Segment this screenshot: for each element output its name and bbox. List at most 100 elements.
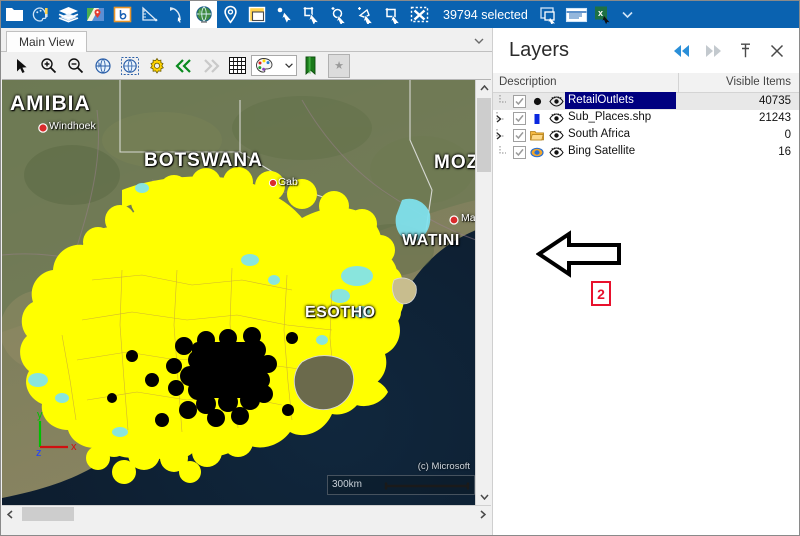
scroll-down-arrow[interactable]: [476, 489, 492, 505]
next-extent-icon[interactable]: [197, 53, 224, 79]
select-circle-icon[interactable]: [325, 1, 352, 28]
selection-count-label: 39794 selected: [443, 7, 528, 22]
tree-expander-icon[interactable]: [493, 128, 511, 143]
scroll-left-arrow[interactable]: [2, 506, 18, 522]
column-visible-items: Visible Items: [726, 76, 791, 88]
layer-name[interactable]: Sub_Places.shp: [565, 109, 651, 126]
bookmark-icon[interactable]: [297, 53, 324, 79]
scroll-right-arrow[interactable]: [475, 506, 491, 522]
application-window: 39794 selected x Main View ★ AMIBIA BOTS…: [0, 0, 800, 536]
scale-bar-label: 300km: [332, 479, 363, 490]
zoom-to-selection-icon[interactable]: [536, 1, 563, 28]
svg-text:y: y: [37, 409, 43, 421]
map-canvas[interactable]: AMIBIA BOTSWANA MOZ WATINI ESOTHO Windho…: [2, 80, 476, 505]
layer-name-wrap: Bing Satellite: [565, 143, 679, 163]
map-viewport[interactable]: AMIBIA BOTSWANA MOZ WATINI ESOTHO Windho…: [2, 80, 491, 520]
zoom-out-icon[interactable]: [62, 53, 89, 79]
layer-visibility-checkbox[interactable]: [511, 129, 527, 142]
layers-panel: Layers Description Visible Items RetailO…: [492, 28, 799, 535]
table-row[interactable]: South Africa 0: [493, 127, 799, 144]
pin-panel-icon[interactable]: [729, 35, 761, 67]
globe-icon[interactable]: [190, 1, 217, 28]
previous-extent-icon[interactable]: [170, 53, 197, 79]
export-excel-icon[interactable]: x: [590, 1, 617, 28]
select-lasso-icon[interactable]: [352, 1, 379, 28]
layer-visibility-checkbox[interactable]: [511, 112, 527, 125]
column-description: Description: [493, 73, 679, 92]
svg-text:x: x: [598, 8, 603, 18]
layer-name[interactable]: South Africa: [565, 126, 630, 143]
basemap-b-icon[interactable]: [109, 1, 136, 28]
toolbar-overflow-caret[interactable]: [617, 1, 639, 28]
select-rectangle-icon[interactable]: [298, 1, 325, 28]
map-toolbar: ★: [2, 52, 491, 80]
measure-ruler-icon[interactable]: [136, 1, 163, 28]
tab-main-view[interactable]: Main View: [6, 31, 88, 52]
collapse-back-icon[interactable]: [665, 35, 697, 67]
layer-tree[interactable]: RetailOutlets 40735 Sub_Places.shp 21243…: [493, 91, 799, 535]
close-panel-icon[interactable]: [761, 35, 793, 67]
zoom-in-icon[interactable]: [35, 53, 62, 79]
symbology-palette-icon[interactable]: [28, 1, 55, 28]
table-row[interactable]: Bing Satellite 16: [493, 144, 799, 161]
layout-page-icon[interactable]: [244, 1, 271, 28]
location-pin-icon[interactable]: [217, 1, 244, 28]
layers-column-header: Description Visible Items: [493, 73, 799, 93]
polygon-symbol-icon[interactable]: [527, 113, 547, 125]
zoom-full-extent-icon[interactable]: [89, 53, 116, 79]
raster-symbol-icon[interactable]: [527, 147, 547, 158]
annotation-step-number: 2: [597, 285, 605, 302]
map-horizontal-scrollbar[interactable]: [2, 505, 491, 521]
layer-name[interactable]: RetailOutlets: [565, 91, 676, 109]
expand-forward-icon[interactable]: [697, 35, 729, 67]
annotation-arrow-left: [536, 230, 621, 278]
favourite-star-icon[interactable]: ★: [328, 53, 350, 78]
svg-text:z: z: [36, 447, 42, 457]
svg-text:x: x: [71, 441, 77, 453]
folder-icon[interactable]: [527, 130, 547, 141]
color-palette-icon[interactable]: [251, 55, 297, 76]
eye-icon[interactable]: [547, 147, 565, 158]
annotation-step-badge: 2: [591, 281, 611, 306]
eye-icon[interactable]: [547, 96, 565, 107]
layers-stack-icon[interactable]: [55, 1, 82, 28]
grid-icon[interactable]: [224, 53, 251, 79]
tree-expander-icon[interactable]: [493, 111, 511, 126]
attribute-table-icon[interactable]: [563, 1, 590, 28]
map-scale-bar: 300km: [327, 475, 475, 495]
layers-panel-header: Layers: [493, 28, 799, 74]
main-toolbar: 39794 selected x: [1, 1, 799, 28]
tab-overflow-caret[interactable]: [474, 33, 484, 47]
curve-tool-icon[interactable]: [163, 1, 190, 28]
eye-icon[interactable]: [547, 113, 565, 124]
clear-selection-icon[interactable]: [406, 1, 433, 28]
open-project-icon[interactable]: [1, 1, 28, 28]
select-point-icon[interactable]: [271, 1, 298, 28]
eye-icon[interactable]: [547, 130, 565, 141]
table-row[interactable]: RetailOutlets 40735: [493, 91, 799, 110]
tree-expander-placeholder: [493, 145, 511, 160]
select-box-icon[interactable]: [379, 1, 406, 28]
horizontal-scroll-thumb[interactable]: [22, 507, 74, 521]
layer-visible-count: 0: [784, 129, 791, 141]
layer-visibility-checkbox[interactable]: [511, 146, 527, 159]
layer-name[interactable]: Bing Satellite: [565, 143, 635, 160]
layer-visible-count: 16: [778, 146, 791, 158]
axis-orientation-indicator: y x z: [36, 409, 77, 457]
star-glyph: ★: [334, 60, 344, 72]
map-pin-icon[interactable]: [82, 1, 109, 28]
pan-select-arrow-icon[interactable]: [8, 53, 35, 79]
zoom-layer-extent-icon[interactable]: [116, 53, 143, 79]
status-strip: [2, 521, 491, 535]
tree-expander-placeholder: [493, 94, 511, 109]
view-tab-strip: Main View: [1, 28, 492, 52]
scroll-up-arrow[interactable]: [476, 80, 492, 96]
layer-visibility-checkbox[interactable]: [511, 95, 527, 108]
vertical-scroll-thumb[interactable]: [477, 98, 491, 172]
map-vertical-scrollbar[interactable]: [475, 80, 491, 505]
panel-title: Layers: [509, 39, 570, 61]
point-symbol-icon[interactable]: [527, 97, 547, 106]
settings-gear-icon[interactable]: [143, 53, 170, 79]
tab-label: Main View: [19, 35, 75, 49]
table-row[interactable]: Sub_Places.shp 21243: [493, 110, 799, 127]
